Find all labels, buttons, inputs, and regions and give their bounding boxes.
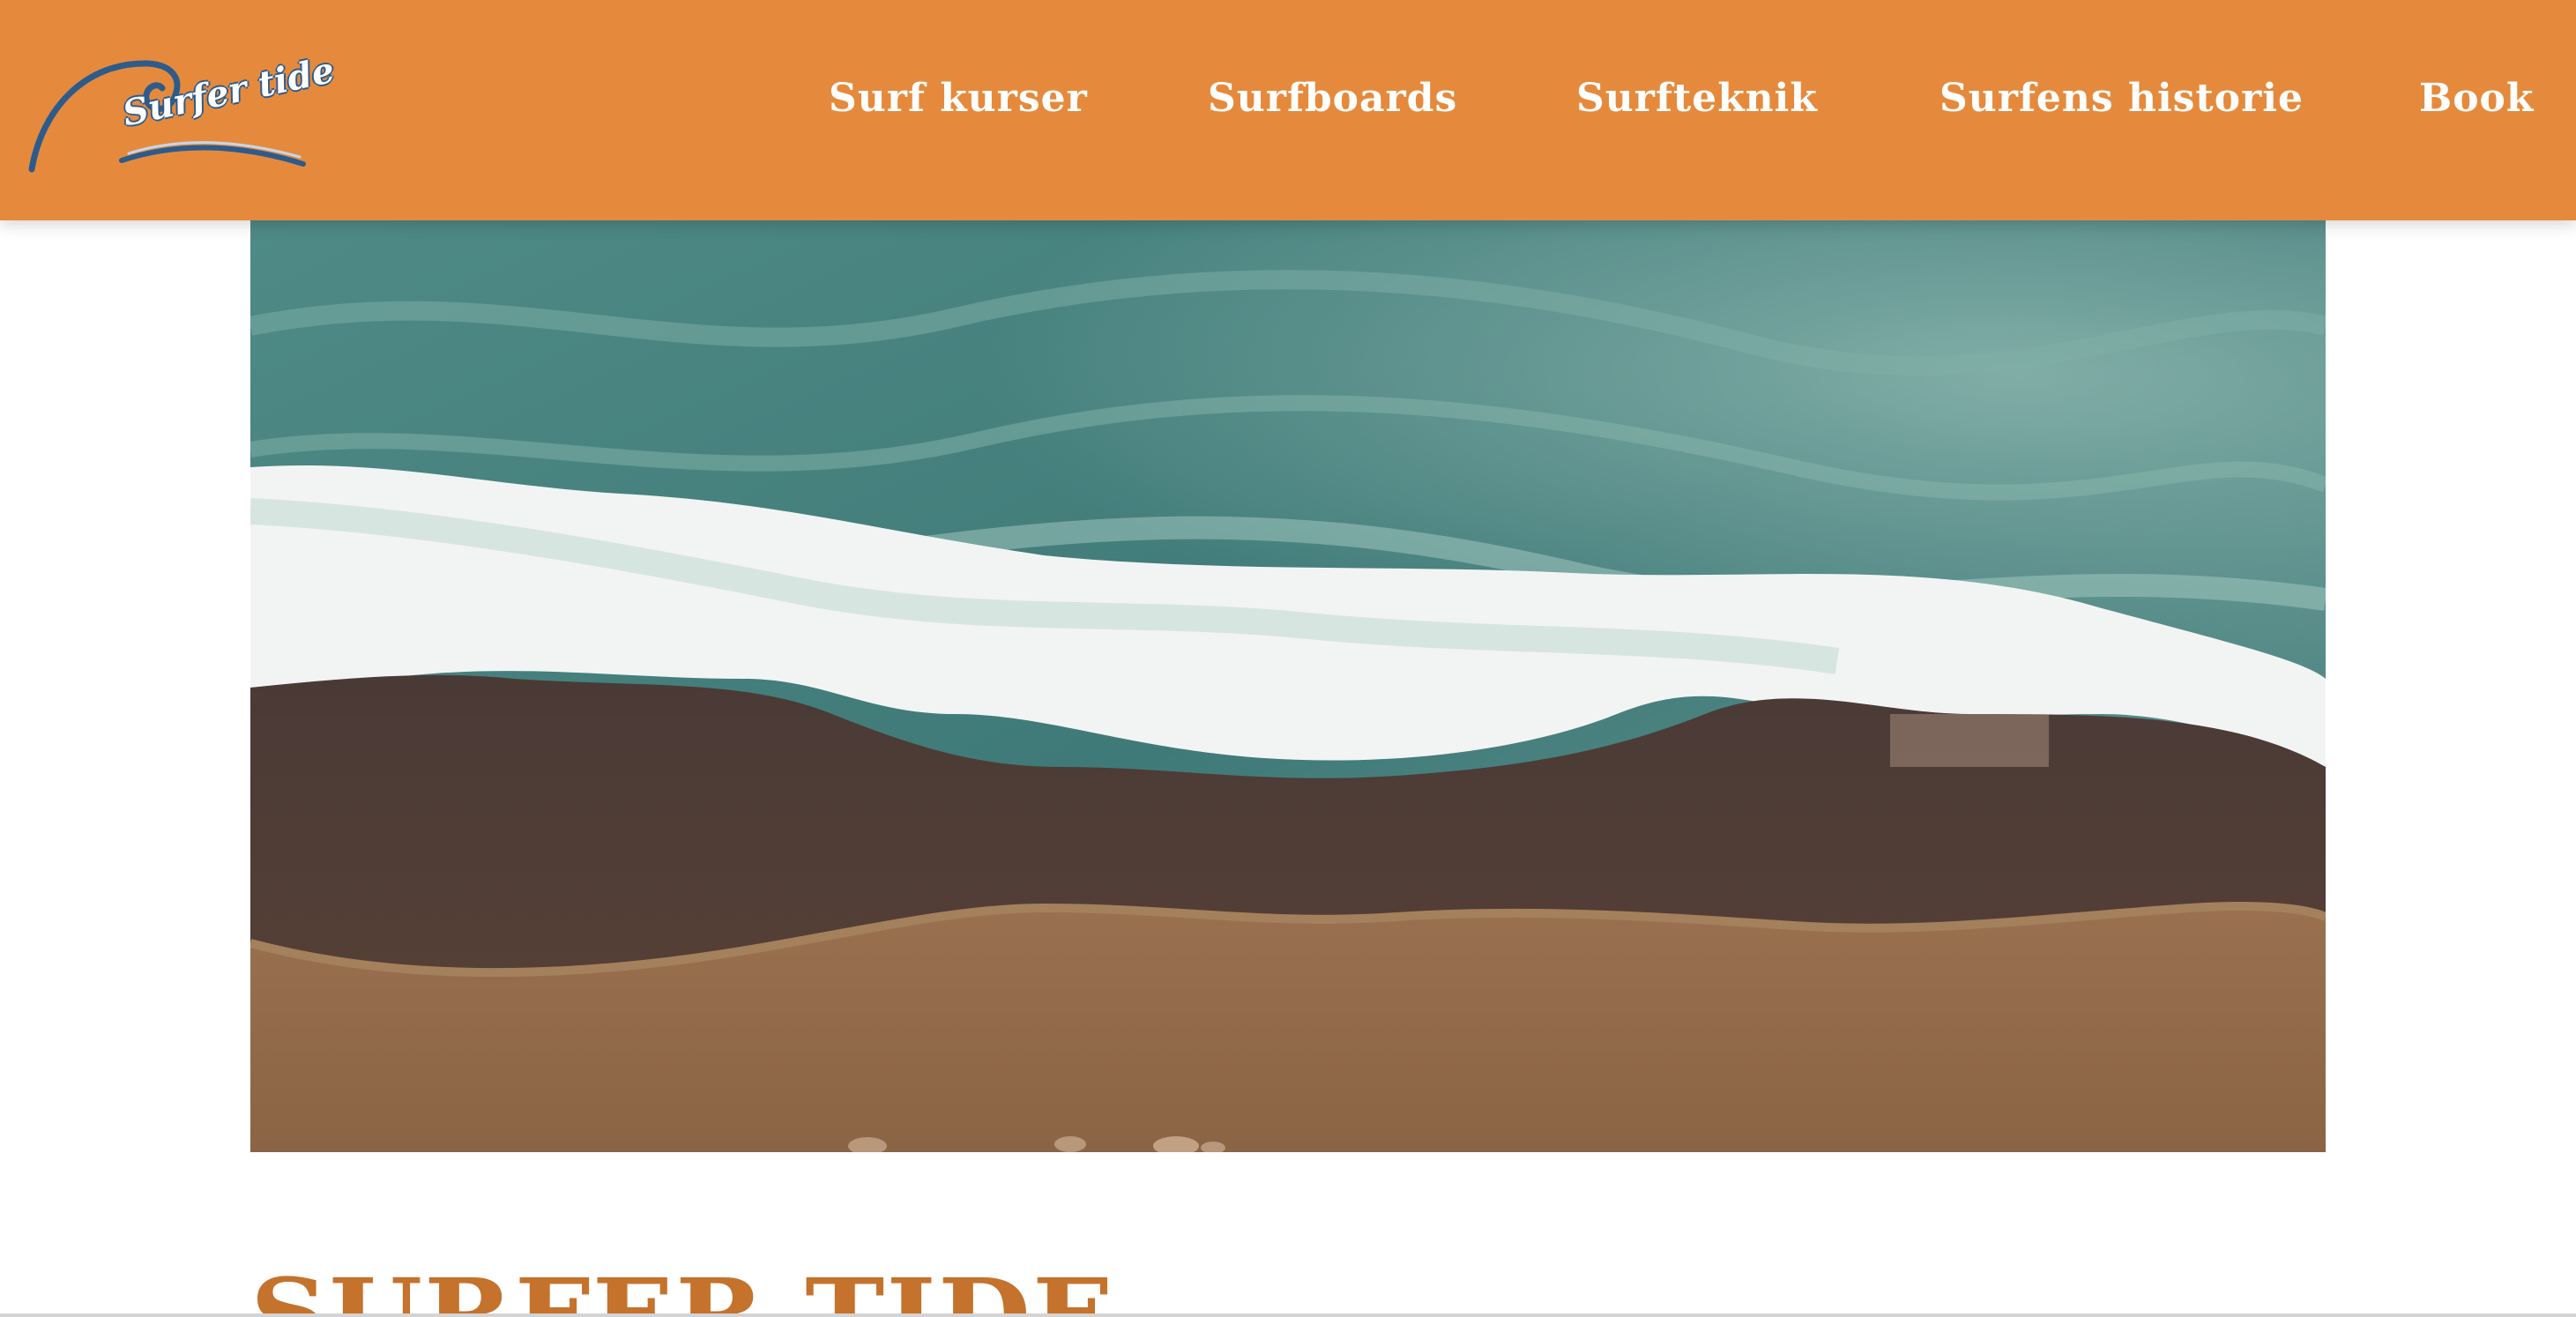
site-header: Surfer tide Surf kurser Surfboards Surft… bbox=[0, 0, 2576, 220]
nav-item-surf-kurser[interactable]: Surf kurser bbox=[829, 76, 1088, 121]
page-title: SURFER TIDE bbox=[250, 1258, 1116, 1317]
beach-waves-image bbox=[250, 220, 2326, 1152]
nav-item-surfteknik[interactable]: Surfteknik bbox=[1576, 76, 1818, 121]
page-bottom-divider bbox=[0, 1313, 2576, 1317]
main-nav: Surf kurser Surfboards Surfteknik Surfen… bbox=[0, 76, 2576, 129]
nav-item-surfboards[interactable]: Surfboards bbox=[1208, 76, 1457, 121]
page: Surfer tide Surf kurser Surfboards Surft… bbox=[0, 0, 2576, 1317]
nav-item-surfens-historie[interactable]: Surfens historie bbox=[1939, 76, 2304, 121]
hero-image bbox=[250, 220, 2326, 1152]
nav-item-book[interactable]: Book bbox=[2419, 76, 2534, 121]
